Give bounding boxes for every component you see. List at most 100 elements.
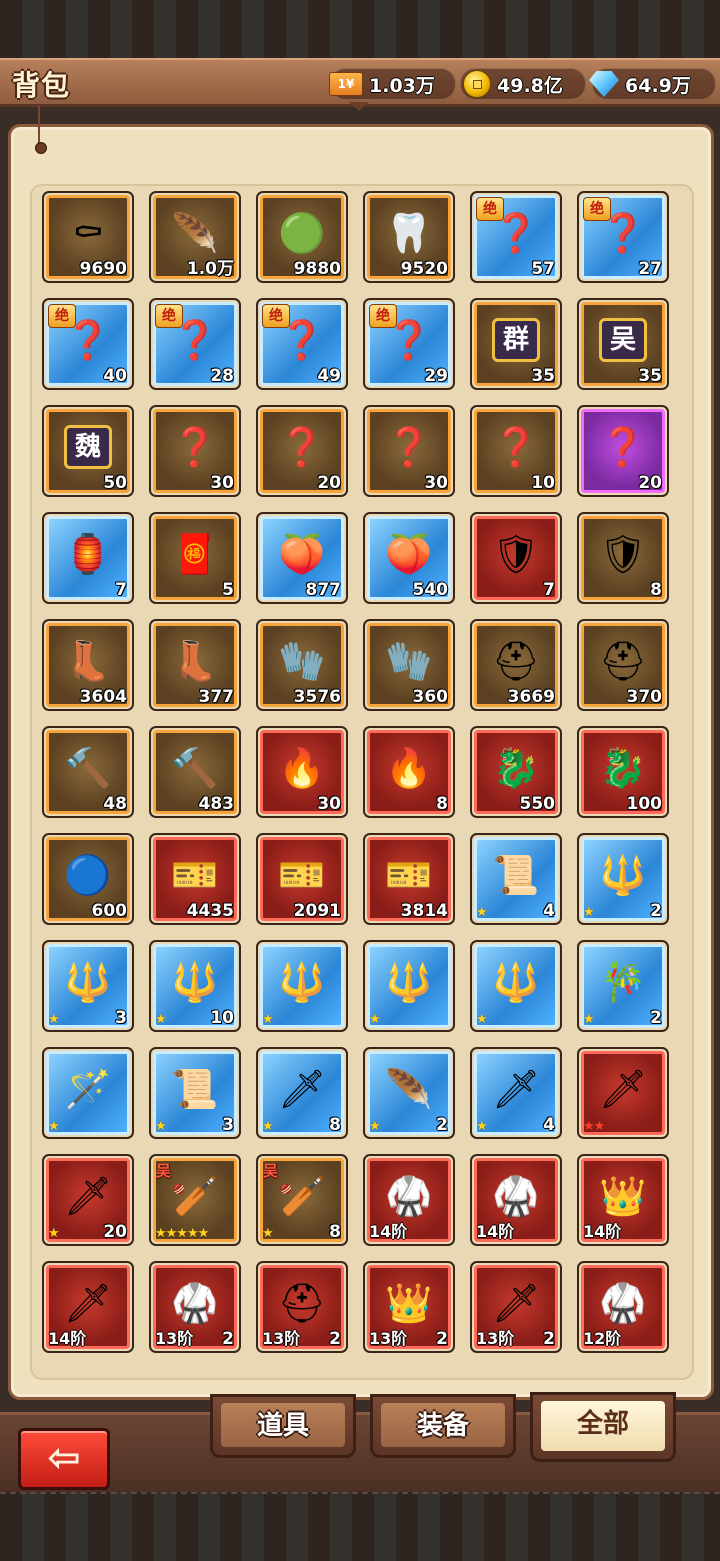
- item-slot[interactable]: ❓ 30: [149, 405, 241, 497]
- tier-label: 14阶: [583, 1222, 622, 1241]
- item-slot[interactable]: 🦷 9520: [363, 191, 455, 283]
- item-slot[interactable]: ⛑ 3669: [470, 619, 562, 711]
- item-slot[interactable]: 🥋 12阶: [577, 1261, 669, 1353]
- item-slot[interactable]: 🔥 30: [256, 726, 348, 818]
- voucher-icon: 🎫: [278, 853, 326, 898]
- item-slot[interactable]: 🗡 ★ 8: [256, 1047, 348, 1139]
- item-slot[interactable]: 🏏 吴 ★★★★★: [149, 1154, 241, 1246]
- item-slot[interactable]: 🗡 ★ 20: [42, 1154, 134, 1246]
- item-slot[interactable]: 🔱 ★ 3: [42, 940, 134, 1032]
- jade-sword-icon: 🗡: [598, 1067, 648, 1112]
- item-slot[interactable]: ⛑ 13阶 2: [256, 1261, 348, 1353]
- item-slot[interactable]: ❓ 20: [577, 405, 669, 497]
- star-rating: ★: [48, 1226, 60, 1241]
- tab-all[interactable]: 全部: [530, 1392, 676, 1462]
- item-slot[interactable]: 🛡 8: [577, 512, 669, 604]
- item-slot[interactable]: 🗡 ★★: [577, 1047, 669, 1139]
- item-count: 4: [543, 1115, 555, 1135]
- item-slot[interactable]: 🪶 1.0万: [149, 191, 241, 283]
- currency-coin[interactable]: 49.8亿: [460, 68, 586, 100]
- item-slot[interactable]: 👑 13阶 2: [363, 1261, 455, 1353]
- item-slot[interactable]: 🔨 48: [42, 726, 134, 818]
- item-slot[interactable]: 🎫 2091: [256, 833, 348, 925]
- item-slot[interactable]: 🔱 ★ 10: [149, 940, 241, 1032]
- item-slot[interactable]: ❓ 绝 29: [363, 298, 455, 390]
- star-rating: ★: [262, 1119, 274, 1134]
- item-slot[interactable]: 魏 50: [42, 405, 134, 497]
- item-slot[interactable]: ❓ 绝 27: [577, 191, 669, 283]
- item-slot[interactable]: 🥋 14阶: [470, 1154, 562, 1246]
- item-slot[interactable]: 吴 35: [577, 298, 669, 390]
- item-slot[interactable]: ❓ 绝 40: [42, 298, 134, 390]
- item-slot[interactable]: 🎫 3814: [363, 833, 455, 925]
- item-slot[interactable]: 🪶 ★ 2: [363, 1047, 455, 1139]
- coin-icon: [463, 70, 491, 98]
- rarity-badge: 绝: [262, 304, 290, 328]
- currency-ticket[interactable]: 1¥ 1.03万: [329, 68, 456, 100]
- item-slot[interactable]: 🔱 ★: [470, 940, 562, 1032]
- item-slot[interactable]: 🗡 ★ 4: [470, 1047, 562, 1139]
- item-slot[interactable]: 🐉 550: [470, 726, 562, 818]
- item-count: 2: [543, 1329, 555, 1349]
- tier-label: 13阶: [155, 1329, 194, 1348]
- item-slot[interactable]: 🗡 13阶 2: [470, 1261, 562, 1353]
- tab-items[interactable]: 道具: [210, 1394, 356, 1458]
- item-slot[interactable]: 🏮 7: [42, 512, 134, 604]
- item-count: 4: [543, 901, 555, 921]
- item-count: 8: [329, 1222, 341, 1242]
- item-slot[interactable]: 🥋 13阶 2: [149, 1261, 241, 1353]
- item-slot[interactable]: 🐉 100: [577, 726, 669, 818]
- item-count: 3604: [79, 687, 127, 707]
- item-slot[interactable]: 🪄 ★: [42, 1047, 134, 1139]
- tier-label: 14阶: [369, 1222, 408, 1241]
- tab-equipment[interactable]: 装备: [370, 1394, 516, 1458]
- item-slot[interactable]: 🔨 483: [149, 726, 241, 818]
- blade-icon: 🗡: [491, 1067, 541, 1112]
- item-slot[interactable]: ❓ 绝 49: [256, 298, 348, 390]
- item-slot[interactable]: 🎋 ★ 2: [577, 940, 669, 1032]
- item-slot[interactable]: ❓ 20: [256, 405, 348, 497]
- mystery-general-icon: ❓: [385, 425, 433, 470]
- item-count: 2: [436, 1329, 448, 1349]
- item-slot[interactable]: 🧤 360: [363, 619, 455, 711]
- item-slot[interactable]: ❓ 绝 57: [470, 191, 562, 283]
- rarity-badge: 绝: [48, 304, 76, 328]
- item-slot[interactable]: 🏏 吴 ★ 8: [256, 1154, 348, 1246]
- item-slot[interactable]: 🥋 14阶: [363, 1154, 455, 1246]
- item-slot[interactable]: ❓ 30: [363, 405, 455, 497]
- item-slot[interactable]: 🗡 14阶: [42, 1261, 134, 1353]
- item-count: 20: [638, 473, 662, 493]
- item-count: 50: [103, 473, 127, 493]
- item-slot[interactable]: ⛑ 370: [577, 619, 669, 711]
- item-slot[interactable]: 📜 ★ 4: [470, 833, 562, 925]
- item-slot[interactable]: 👢 377: [149, 619, 241, 711]
- item-slot[interactable]: 🔱 ★ 2: [577, 833, 669, 925]
- back-button[interactable]: ⇦: [18, 1428, 110, 1490]
- ticket-icon: 1¥: [329, 72, 363, 96]
- item-slot[interactable]: 🔥 8: [363, 726, 455, 818]
- item-slot[interactable]: 🔱 ★: [363, 940, 455, 1032]
- item-slot[interactable]: 🍑 540: [363, 512, 455, 604]
- item-slot[interactable]: 🍑 877: [256, 512, 348, 604]
- currency-diamond[interactable]: 64.9万: [589, 68, 716, 100]
- item-slot[interactable]: 🛡 7: [470, 512, 562, 604]
- item-slot[interactable]: 🧧 5: [149, 512, 241, 604]
- item-slot[interactable]: 👢 3604: [42, 619, 134, 711]
- item-count: 5: [222, 580, 234, 600]
- item-slot[interactable]: 👑 14阶: [577, 1154, 669, 1246]
- item-slot[interactable]: ❓ 10: [470, 405, 562, 497]
- item-count: 9690: [79, 259, 127, 279]
- item-slot[interactable]: 🧤 3576: [256, 619, 348, 711]
- item-slot[interactable]: 群 35: [470, 298, 562, 390]
- item-slot[interactable]: 🔱 ★: [256, 940, 348, 1032]
- item-count: 1.0万: [186, 259, 234, 279]
- item-slot[interactable]: ❓ 绝 28: [149, 298, 241, 390]
- star-rating: ★★★★★: [155, 1226, 209, 1241]
- golden-sword-icon: 🗡: [63, 1281, 113, 1326]
- item-slot[interactable]: 🎫 4435: [149, 833, 241, 925]
- item-slot[interactable]: 🟢 9880: [256, 191, 348, 283]
- item-count: 9520: [400, 259, 448, 279]
- item-slot[interactable]: 📜 ★ 3: [149, 1047, 241, 1139]
- item-slot[interactable]: ⚰ 9690: [42, 191, 134, 283]
- item-slot[interactable]: 🔵 600: [42, 833, 134, 925]
